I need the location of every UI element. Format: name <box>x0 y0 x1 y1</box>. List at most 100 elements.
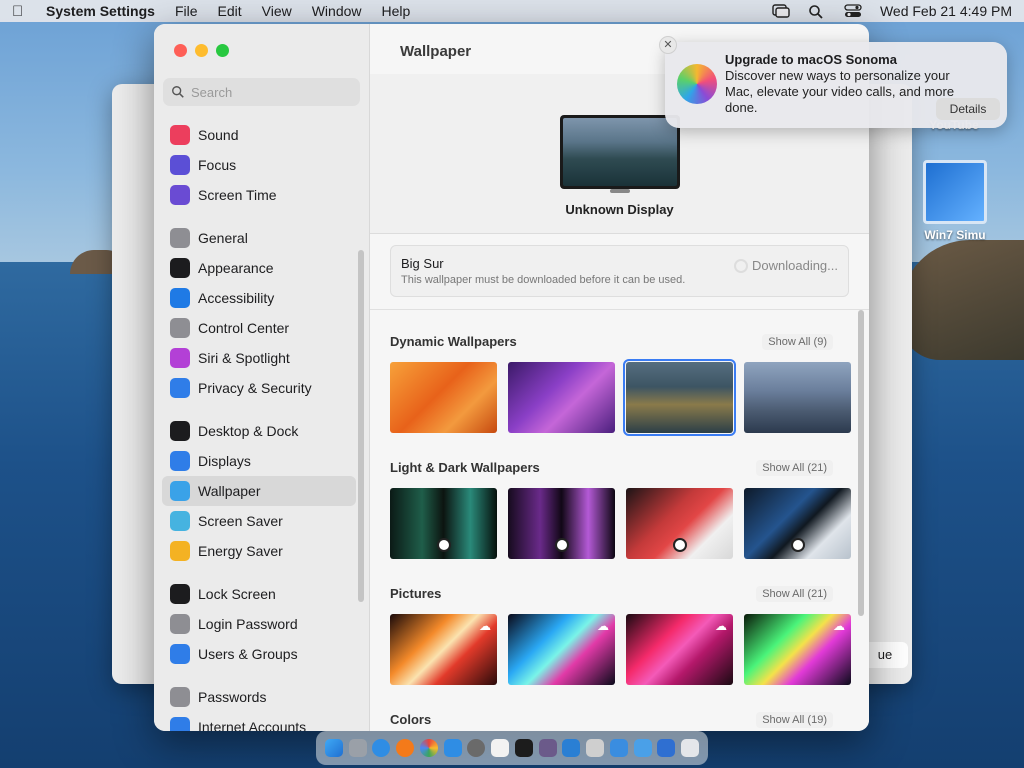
current-wallpaper-card: Big Sur This wallpaper must be downloade… <box>390 245 849 297</box>
sidebar-item-energy-saver[interactable]: Energy Saver <box>162 536 356 566</box>
sidebar-item-sound[interactable]: Sound <box>162 120 356 150</box>
sidebar-item-label: Lock Screen <box>198 586 276 602</box>
screen-mirroring-icon[interactable] <box>772 4 790 18</box>
wallpaper-thumb[interactable] <box>744 488 851 559</box>
sidebar-item-displays[interactable]: Displays <box>162 446 356 476</box>
app-icon[interactable] <box>609 739 628 757</box>
sidebar-item-lock-screen[interactable]: Lock Screen <box>162 579 356 609</box>
gallery-scrollbar[interactable] <box>858 310 864 616</box>
sidebar-item-internet-accounts[interactable]: Internet Accounts <box>162 712 356 731</box>
sidebar-item-screen-saver[interactable]: Screen Saver <box>162 506 356 536</box>
search-input[interactable] <box>191 84 351 100</box>
spotlight-search-icon[interactable] <box>808 4 826 19</box>
wallpaper-thumb[interactable] <box>390 488 497 559</box>
key-icon <box>170 687 190 707</box>
details-button[interactable]: Details <box>936 98 1000 120</box>
terminal-icon[interactable] <box>514 739 533 757</box>
sidebar-item-wallpaper[interactable]: Wallpaper <box>162 476 356 506</box>
show-all-button[interactable]: Show All (21) <box>756 586 833 602</box>
lock-icon <box>170 584 190 604</box>
dock-icon <box>170 421 190 441</box>
menu-view[interactable]: View <box>262 3 292 19</box>
control-center-icon[interactable] <box>844 4 862 18</box>
apple-menu-icon[interactable]:  <box>12 3 30 20</box>
upgrade-notification[interactable]: ✕ Upgrade to macOS Sonoma Discover new w… <box>659 36 1007 128</box>
siri-icon <box>170 348 190 368</box>
sidebar-item-accessibility[interactable]: Accessibility <box>162 283 356 313</box>
screen-saver-icon <box>170 511 190 531</box>
system-settings-window: Sound Focus Screen Time General Appearance Ac… <box>154 24 869 731</box>
wallpaper-thumb[interactable]: ☁ <box>508 614 615 685</box>
menu-app-name[interactable]: System Settings <box>46 3 155 19</box>
sidebar-item-control-center[interactable]: Control Center <box>162 313 356 343</box>
show-all-button[interactable]: Show All (19) <box>756 712 833 728</box>
firefox-icon[interactable] <box>396 739 415 757</box>
sidebar-item-label: Desktop & Dock <box>198 423 299 439</box>
menu-file[interactable]: File <box>175 3 198 19</box>
close-icon[interactable]: ✕ <box>659 36 677 54</box>
zoom-window-button[interactable] <box>216 44 229 57</box>
sidebar-item-screen-time[interactable]: Screen Time <box>162 180 356 210</box>
wallpaper-thumb-selected[interactable] <box>623 359 736 436</box>
wallpaper-thumb[interactable]: ☁ <box>626 614 733 685</box>
sidebar-item-users-groups[interactable]: Users & Groups <box>162 639 356 669</box>
wallpaper-thumb[interactable]: ☁ <box>390 614 497 685</box>
show-all-button[interactable]: Show All (9) <box>762 334 833 350</box>
wallpaper-thumb[interactable]: ☁ <box>744 614 851 685</box>
wallpaper-thumb[interactable] <box>508 488 615 559</box>
chrome-icon[interactable] <box>419 739 438 757</box>
search-icon <box>172 86 184 98</box>
menu-help[interactable]: Help <box>382 3 411 19</box>
close-window-button[interactable] <box>174 44 187 57</box>
toggles-icon <box>170 318 190 338</box>
sidebar-item-privacy-security[interactable]: Privacy & Security <box>162 373 356 403</box>
textedit-icon[interactable] <box>491 739 510 757</box>
sidebar-item-desktop-dock[interactable]: Desktop & Dock <box>162 416 356 446</box>
minimize-window-button[interactable] <box>195 44 208 57</box>
sidebar-item-general[interactable]: General <box>162 223 356 253</box>
system-settings-icon[interactable] <box>467 739 486 757</box>
section-title: Colors <box>390 712 432 727</box>
sidebar: Sound Focus Screen Time General Appearance Ac… <box>154 24 370 731</box>
menu-clock[interactable]: Wed Feb 21 4:49 PM <box>880 3 1012 19</box>
app-store-icon[interactable] <box>443 739 462 757</box>
light-dark-icon <box>673 538 687 552</box>
sidebar-item-appearance[interactable]: Appearance <box>162 253 356 283</box>
menu-edit[interactable]: Edit <box>218 3 242 19</box>
sidebar-item-label: Internet Accounts <box>198 719 307 731</box>
wallpaper-thumb[interactable] <box>626 488 733 559</box>
download-cloud-icon: ☁ <box>479 619 491 633</box>
sidebar-scrollbar[interactable] <box>358 250 364 602</box>
sidebar-item-label: Siri & Spotlight <box>198 350 290 366</box>
script-editor-icon[interactable] <box>538 739 557 757</box>
sidebar-item-label: Energy Saver <box>198 543 283 559</box>
vscode-icon[interactable] <box>562 739 581 757</box>
download-cloud-icon: ☁ <box>597 619 609 633</box>
win7-simu-icon[interactable] <box>657 739 676 757</box>
sidebar-search[interactable] <box>163 78 360 106</box>
finder-icon[interactable] <box>324 739 343 757</box>
light-dark-icon <box>555 538 569 552</box>
desktop-icon-win7[interactable]: Win7 Simu <box>915 160 995 242</box>
utility-icon[interactable] <box>586 739 605 757</box>
sidebar-item-focus[interactable]: Focus <box>162 150 356 180</box>
wallpaper-thumb[interactable] <box>390 362 497 433</box>
sidebar-item-siri-spotlight[interactable]: Siri & Spotlight <box>162 343 356 373</box>
wallpaper-thumb[interactable] <box>744 362 851 433</box>
sidebar-item-passwords[interactable]: Passwords <box>162 682 356 712</box>
trash-icon[interactable] <box>681 739 700 757</box>
wallpaper-row <box>390 488 851 559</box>
wallpaper-thumb[interactable] <box>508 362 615 433</box>
at-icon <box>170 717 190 731</box>
show-all-button[interactable]: Show All (21) <box>756 460 833 476</box>
wallpaper-row: ☁ ☁ ☁ ☁ <box>390 614 851 685</box>
safari-icon[interactable] <box>372 739 391 757</box>
sidebar-item-login-password[interactable]: Login Password <box>162 609 356 639</box>
activity-icon[interactable] <box>633 739 652 757</box>
launchpad-icon[interactable] <box>348 739 367 757</box>
menu-window[interactable]: Window <box>312 3 362 19</box>
section-title: Light & Dark Wallpapers <box>390 460 540 475</box>
light-dark-icon <box>791 538 805 552</box>
